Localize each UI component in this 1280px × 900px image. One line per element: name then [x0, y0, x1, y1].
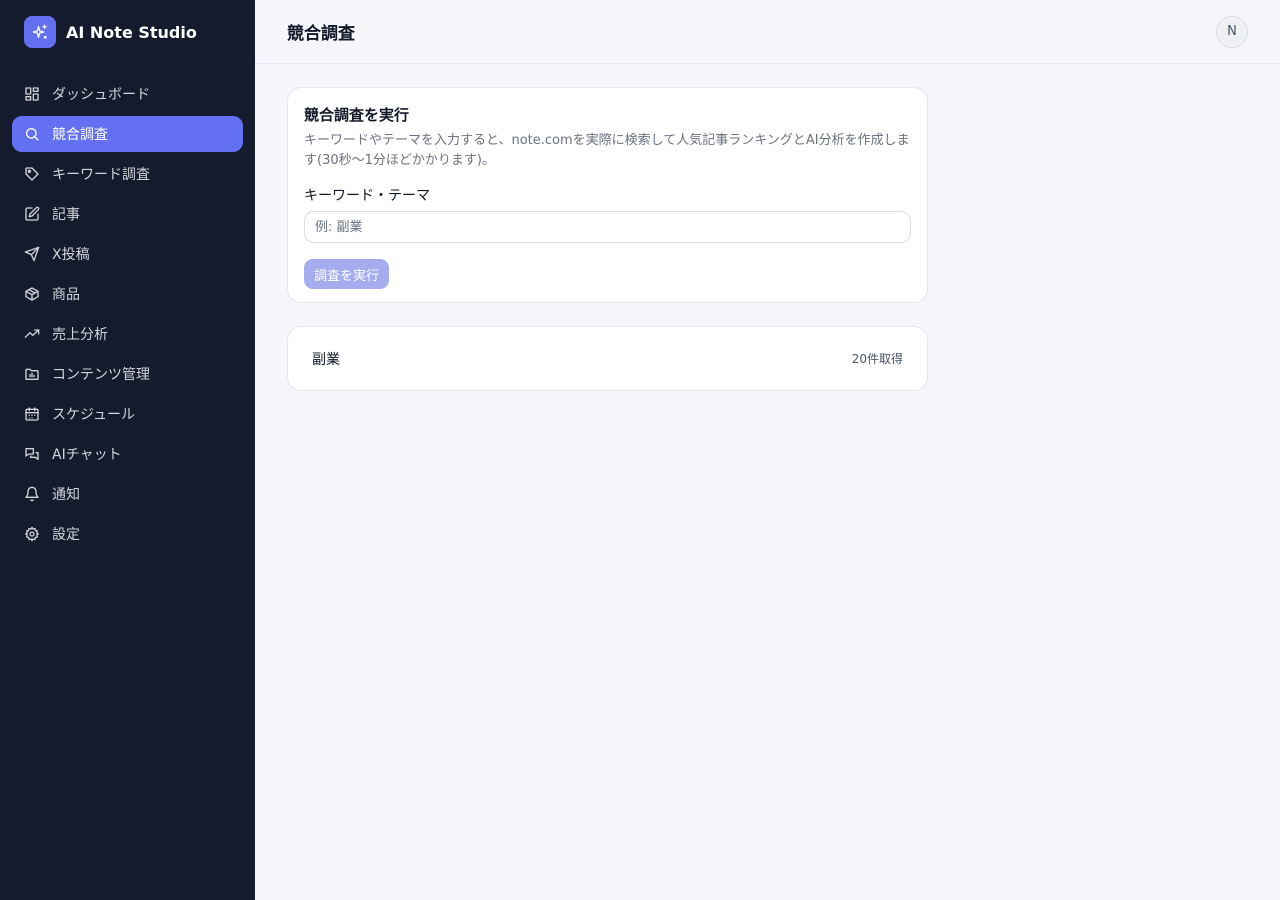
- card-description: キーワードやテーマを入力すると、note.comを実際に検索して人気記事ランキン…: [304, 133, 910, 168]
- sidebar-item-keyword-research[interactable]: キーワード調査: [12, 156, 243, 192]
- run-research-button[interactable]: 調査を実行: [304, 259, 390, 289]
- main-area: 競合調査 N 競合調査を実行 キーワードやテーマを入力すると、note.comを…: [255, 0, 1280, 900]
- sidebar: AI Note Studio ダッシュボード 競合調査 キーワード調査 記事 X…: [0, 0, 255, 900]
- send-icon: [24, 246, 40, 262]
- sidebar-item-notifications[interactable]: 通知: [12, 476, 243, 512]
- sidebar-item-settings[interactable]: 設定: [12, 516, 243, 552]
- page-title: 競合調査: [287, 24, 355, 44]
- trending-up-icon: [24, 329, 40, 338]
- sidebar-item-products[interactable]: 商品: [12, 276, 243, 312]
- keyword-input[interactable]: [304, 211, 911, 243]
- chat-icon: [25, 448, 39, 460]
- bell-icon: [25, 486, 39, 502]
- avatar[interactable]: N: [1216, 15, 1248, 48]
- sidebar-nav: ダッシュボード 競合調査 キーワード調査 記事 X投稿 商品 売上分析 コンテン…: [0, 64, 255, 552]
- sidebar-item-label: 商品: [52, 287, 80, 303]
- sidebar-item-label: キーワード調査: [52, 167, 150, 183]
- sidebar-item-label: ダッシュボード: [52, 87, 150, 103]
- card-title: 競合調査を実行: [304, 106, 410, 124]
- sidebar-item-content-management[interactable]: コンテンツ管理: [12, 356, 243, 392]
- sidebar-item-sales-analysis[interactable]: 売上分析: [12, 316, 243, 352]
- sidebar-item-ai-chat[interactable]: AIチャット: [12, 436, 243, 472]
- box-icon: [25, 287, 39, 301]
- result-keyword: 副業: [312, 351, 340, 368]
- app-name: AI Note Studio: [66, 22, 197, 42]
- folder-chart-icon: [25, 368, 39, 380]
- sidebar-item-label: 売上分析: [52, 327, 108, 343]
- research-form-card: 競合調査を実行 キーワードやテーマを入力すると、note.comを実際に検索して…: [287, 87, 928, 303]
- sparkle-icon: [24, 16, 56, 48]
- edit-icon: [25, 206, 40, 221]
- brand[interactable]: AI Note Studio: [0, 0, 255, 64]
- sidebar-item-competitor-research[interactable]: 競合調査: [12, 116, 243, 152]
- sidebar-item-label: X投稿: [52, 247, 90, 263]
- sidebar-item-schedule[interactable]: スケジュール: [12, 396, 243, 432]
- sidebar-item-label: コンテンツ管理: [52, 367, 150, 383]
- result-item[interactable]: 副業 20件取得: [287, 326, 928, 391]
- sidebar-item-dashboard[interactable]: ダッシュボード: [12, 76, 243, 112]
- sidebar-item-x-posts[interactable]: X投稿: [12, 236, 243, 272]
- calendar-icon: [25, 407, 39, 421]
- result-count: 20件取得: [851, 352, 903, 366]
- search-icon: [26, 128, 39, 141]
- sidebar-item-label: 競合調査: [52, 127, 108, 143]
- sidebar-item-label: スケジュール: [52, 407, 136, 423]
- tag-icon: [25, 167, 39, 181]
- gear-icon: [25, 526, 39, 542]
- top-bar: 競合調査 N: [255, 0, 1280, 64]
- grid-icon: [25, 87, 39, 101]
- content: 競合調査を実行 キーワードやテーマを入力すると、note.comを実際に検索して…: [255, 64, 960, 414]
- sidebar-item-label: AIチャット: [52, 447, 122, 463]
- sidebar-item-label: 通知: [52, 487, 80, 503]
- sidebar-item-label: 設定: [52, 527, 80, 543]
- sidebar-item-articles[interactable]: 記事: [12, 196, 243, 232]
- sidebar-item-label: 記事: [52, 207, 80, 223]
- keyword-field-label: キーワード・テーマ: [304, 188, 430, 204]
